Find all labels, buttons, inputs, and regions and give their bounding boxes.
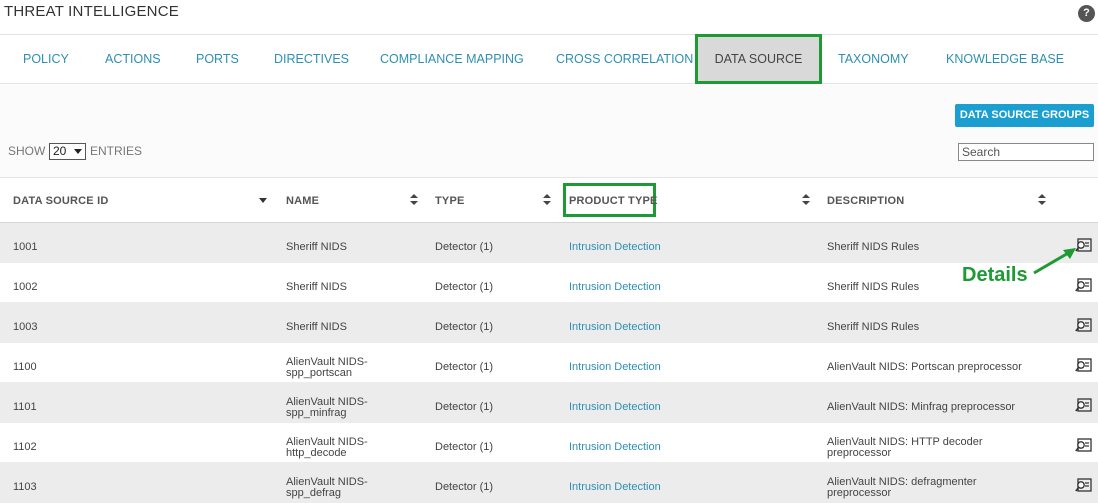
cell-id: 1002 [13, 281, 38, 293]
cell-description: AlienVault NIDS: defragmenter preprocesso… [827, 477, 977, 499]
cell-product-type-link[interactable]: Intrusion Detection [569, 402, 661, 413]
details-icon[interactable] [1075, 277, 1093, 293]
table-row[interactable]: 1002 Sheriff NIDS Detector (1) Intrusion De… [0, 263, 1098, 303]
cell-product-type-link[interactable]: Intrusion Detection [569, 482, 661, 493]
table-row[interactable]: 1101 AlienVault NIDS-spp_minfrag Detector … [0, 383, 1098, 423]
cell-name-line: spp_portscan [286, 367, 353, 379]
cell-name-line: Sheriff NIDS [286, 321, 347, 333]
tab-cross-correlation[interactable]: CROSS CORRELATION [556, 35, 693, 83]
table-row[interactable]: 1100 AlienVault NIDS-spp_portscan Detector… [0, 343, 1098, 383]
cell-description-line: AlienVault NIDS: Portscan preprocessor [827, 361, 1022, 373]
sort-icon[interactable] [410, 194, 418, 206]
cell-type: Detector (1) [435, 241, 494, 253]
column-header-name[interactable]: NAME [286, 195, 319, 207]
cell-id: 1103 [13, 481, 37, 493]
cell-description-line: preprocessor [827, 447, 892, 459]
cell-name: Sheriff NIDS [286, 322, 347, 333]
page-title: THREAT INTELLIGENCE [4, 3, 179, 20]
cell-id: 1102 [13, 441, 37, 453]
cell-product-type-link[interactable]: Intrusion Detection [569, 322, 661, 333]
annotation-arrow-icon [1033, 248, 1076, 275]
entries-select[interactable]: 20 [49, 143, 86, 160]
cell-type: Detector (1) [435, 441, 494, 453]
entries-label: ENTRIES [90, 144, 143, 158]
cell-name-line: Sheriff NIDS [286, 281, 347, 293]
tab-directives[interactable]: DIRECTIVES [274, 35, 349, 83]
tab-ports[interactable]: PORTS [196, 35, 239, 83]
sort-icon[interactable] [802, 194, 810, 206]
cell-name: AlienVault NIDS-spp_minfrag [286, 397, 368, 419]
help-icon[interactable]: ? [1078, 5, 1095, 22]
cell-product-type-link[interactable]: Intrusion Detection [569, 442, 661, 453]
tab-taxonomy[interactable]: TAXONOMY [838, 35, 909, 83]
details-icon[interactable] [1075, 477, 1093, 493]
cell-description: Sheriff NIDS Rules [827, 282, 919, 293]
cell-id: 1100 [13, 361, 37, 373]
cell-name-line: Sheriff NIDS [286, 241, 347, 253]
chevron-down-icon [74, 149, 82, 154]
tab-knowledge-base[interactable]: KNOWLEDGE BASE [946, 35, 1064, 83]
table-header: DATA SOURCE ID NAME TYPE PRODUCT TYPE DE… [0, 177, 1098, 223]
details-icon[interactable] [1075, 437, 1093, 453]
cell-description-line: Sheriff NIDS Rules [827, 281, 920, 293]
cell-description-line: preprocessor [827, 487, 892, 499]
cell-description-line: Sheriff NIDS Rules [827, 241, 920, 253]
show-label: SHOW [8, 144, 46, 158]
tab-policy[interactable]: POLICY [23, 35, 69, 83]
cell-name: Sheriff NIDS [286, 282, 347, 293]
cell-name-line: spp_defrag [286, 487, 342, 499]
cell-product-type-link[interactable]: Intrusion Detection [569, 362, 661, 373]
cell-name-line: http_decode [286, 447, 347, 459]
cell-id: 1001 [13, 241, 38, 253]
cell-id: 1101 [13, 401, 37, 413]
cell-id: 1003 [13, 321, 38, 333]
details-annotation: Details [962, 264, 1028, 286]
cell-type: Detector (1) [435, 321, 494, 333]
tab-data-source[interactable]: DATA SOURCE [695, 34, 822, 84]
cell-type: Detector (1) [435, 401, 494, 413]
column-header-id[interactable]: DATA SOURCE ID [13, 195, 108, 207]
cell-name: Sheriff NIDS [286, 242, 347, 253]
tab-compliance-mapping[interactable]: COMPLIANCE MAPPING [380, 35, 524, 83]
cell-name-line: spp_minfrag [286, 407, 347, 419]
search-input[interactable] [958, 143, 1094, 161]
details-icon[interactable] [1075, 397, 1093, 413]
sort-icon[interactable] [1038, 194, 1046, 206]
cell-product-type-link[interactable]: Intrusion Detection [569, 242, 661, 253]
details-icon[interactable] [1075, 317, 1093, 333]
column-header-description[interactable]: DESCRIPTION [827, 195, 904, 207]
cell-type: Detector (1) [435, 481, 494, 493]
tab-bar: POLICY ACTIONS PORTS DIRECTIVES COMPLIAN… [0, 34, 1098, 84]
sort-icon[interactable] [543, 194, 551, 206]
table-row[interactable]: 1003 Sheriff NIDS Detector (1) Intrusion De… [0, 303, 1098, 343]
table-row[interactable]: 1001 Sheriff NIDS Detector (1) Intrusion De… [0, 223, 1098, 263]
details-icon[interactable] [1075, 357, 1093, 373]
title-bar: THREAT INTELLIGENCE ? [0, 0, 1098, 34]
tab-actions[interactable]: ACTIONS [105, 35, 161, 83]
cell-description: AlienVault NIDS: Minfrag preprocessor [827, 402, 1015, 413]
column-header-type[interactable]: TYPE [435, 195, 465, 207]
table-row[interactable]: 1102 AlienVault NIDS-http_decode Detector … [0, 423, 1098, 463]
cell-product-type-link[interactable]: Intrusion Detection [569, 282, 661, 293]
cell-name: AlienVault NIDS-http_decode [286, 437, 368, 459]
cell-description: Sheriff NIDS Rules [827, 322, 919, 333]
cell-name: AlienVault NIDS-spp_portscan [286, 357, 368, 379]
data-source-groups-button[interactable]: DATA SOURCE GROUPS [955, 104, 1094, 127]
entries-value: 20 [53, 144, 67, 158]
cell-type: Detector (1) [435, 361, 494, 373]
sort-desc-icon[interactable] [259, 198, 267, 203]
cell-description-line: Sheriff NIDS Rules [827, 321, 920, 333]
cell-name: AlienVault NIDS-spp_defrag [286, 477, 368, 499]
table-row[interactable]: 1103 AlienVault NIDS-spp_defrag Detector (… [0, 463, 1098, 503]
cell-description: AlienVault NIDS: Portscan preprocessor [827, 362, 1022, 373]
column-header-product-type[interactable]: PRODUCT TYPE [569, 195, 658, 207]
cell-description-line: AlienVault NIDS: Minfrag preprocessor [827, 401, 1016, 413]
cell-type: Detector (1) [435, 281, 494, 293]
cell-description: AlienVault NIDS: HTTP decoder preprocesso… [827, 437, 983, 459]
cell-description: Sheriff NIDS Rules [827, 242, 919, 253]
